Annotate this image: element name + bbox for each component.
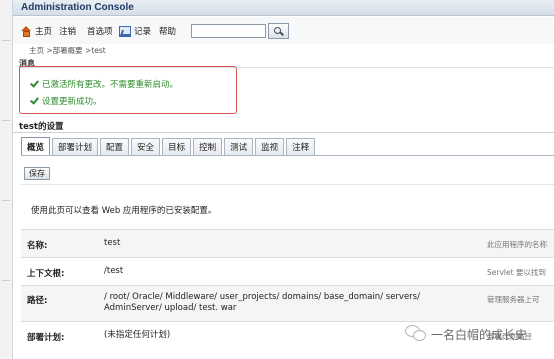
left-gutter	[0, 0, 13, 359]
record-icon	[119, 25, 131, 37]
message-item: 设置更新成功。	[30, 95, 102, 107]
gutter-divider	[2, 40, 10, 41]
table-row: 名称: test 此应用程序的名称	[21, 229, 554, 257]
row-value: /test	[104, 266, 124, 276]
row-help: 此应用程序的名称	[487, 240, 547, 249]
nav-home[interactable]: 主页	[21, 24, 52, 38]
save-button[interactable]: 保存	[24, 167, 50, 180]
check-icon	[30, 97, 38, 105]
gutter-divider	[2, 200, 10, 201]
nav-preferences-label: 首选项	[87, 27, 113, 37]
nav-preferences[interactable]: 首选项	[87, 24, 113, 38]
watermark-text: 一名白帽的成长史	[431, 327, 528, 342]
row-value: test	[104, 238, 121, 248]
tab-bar: 概览 部署计划 配置 安全 目标 控制 测试 监视 注释	[21, 137, 317, 155]
row-help: 管理服务器上可	[487, 295, 540, 304]
row-label: 上下文根:	[27, 269, 65, 279]
tab-testing[interactable]: 测试	[224, 138, 254, 155]
message-text: 已激活所有更改。不需要重新启动。	[42, 80, 179, 90]
gutter-divider	[2, 120, 10, 121]
tab-control[interactable]: 控制	[193, 138, 223, 155]
nav-record-label: 记录	[134, 27, 152, 37]
message-item: 已激活所有更改。不需要重新启动。	[30, 78, 178, 90]
message-text: 设置更新成功。	[42, 97, 102, 107]
tab-overview[interactable]: 概览	[21, 137, 51, 155]
search-input[interactable]	[191, 24, 266, 38]
row-label: 名称:	[27, 241, 48, 251]
wechat-icon	[405, 325, 427, 343]
nav-help-label: 帮助	[159, 27, 177, 37]
tab-configuration[interactable]: 配置	[100, 138, 130, 155]
settings-title: test的设置	[19, 122, 64, 132]
toolbar-divider	[21, 184, 554, 185]
nav-logout[interactable]: 注销	[59, 24, 76, 38]
gutter-divider	[2, 280, 10, 281]
home-icon	[21, 25, 32, 37]
page-description: 使用此页可以查看 Web 应用程序的已安装配置。	[31, 206, 217, 216]
tab-security[interactable]: 安全	[131, 138, 161, 155]
row-help: Servlet 要以找到	[487, 268, 546, 277]
tab-deployment-plan[interactable]: 部署计划	[52, 138, 99, 155]
row-label: 路径:	[27, 296, 48, 306]
nav-bar: 主页 注销 首选项 记录 帮助	[13, 17, 554, 44]
search-icon	[274, 26, 281, 34]
tab-monitoring[interactable]: 监视	[255, 138, 285, 155]
breadcrumb: 主页 >部署概要 >test	[29, 46, 106, 55]
settings-divider	[13, 132, 554, 133]
check-icon	[30, 80, 38, 88]
nav-logout-label: 注销	[59, 27, 77, 37]
app-header: Administration Console	[13, 0, 554, 16]
row-value: (未指定任何计划)	[104, 330, 171, 340]
nav-help[interactable]: 帮助	[159, 24, 176, 38]
app-title: Administration Console	[21, 2, 134, 13]
row-label: 部署计划:	[27, 333, 65, 343]
tab-targets[interactable]: 目标	[162, 138, 192, 155]
table-row: 上下文根: /test Servlet 要以找到	[21, 257, 554, 285]
table-row: 路径: / root/ Oracle/ Middleware/ user_pro…	[21, 285, 554, 321]
watermark: 一名白帽的成长史	[405, 323, 527, 345]
row-value: / root/ Oracle/ Middleware/ user_project…	[104, 292, 420, 313]
tabs-divider	[21, 155, 554, 156]
nav-record[interactable]: 记录	[119, 24, 151, 38]
nav-home-label: 主页	[35, 27, 53, 37]
tab-notes[interactable]: 注释	[286, 138, 316, 155]
search-button[interactable]	[268, 23, 289, 39]
